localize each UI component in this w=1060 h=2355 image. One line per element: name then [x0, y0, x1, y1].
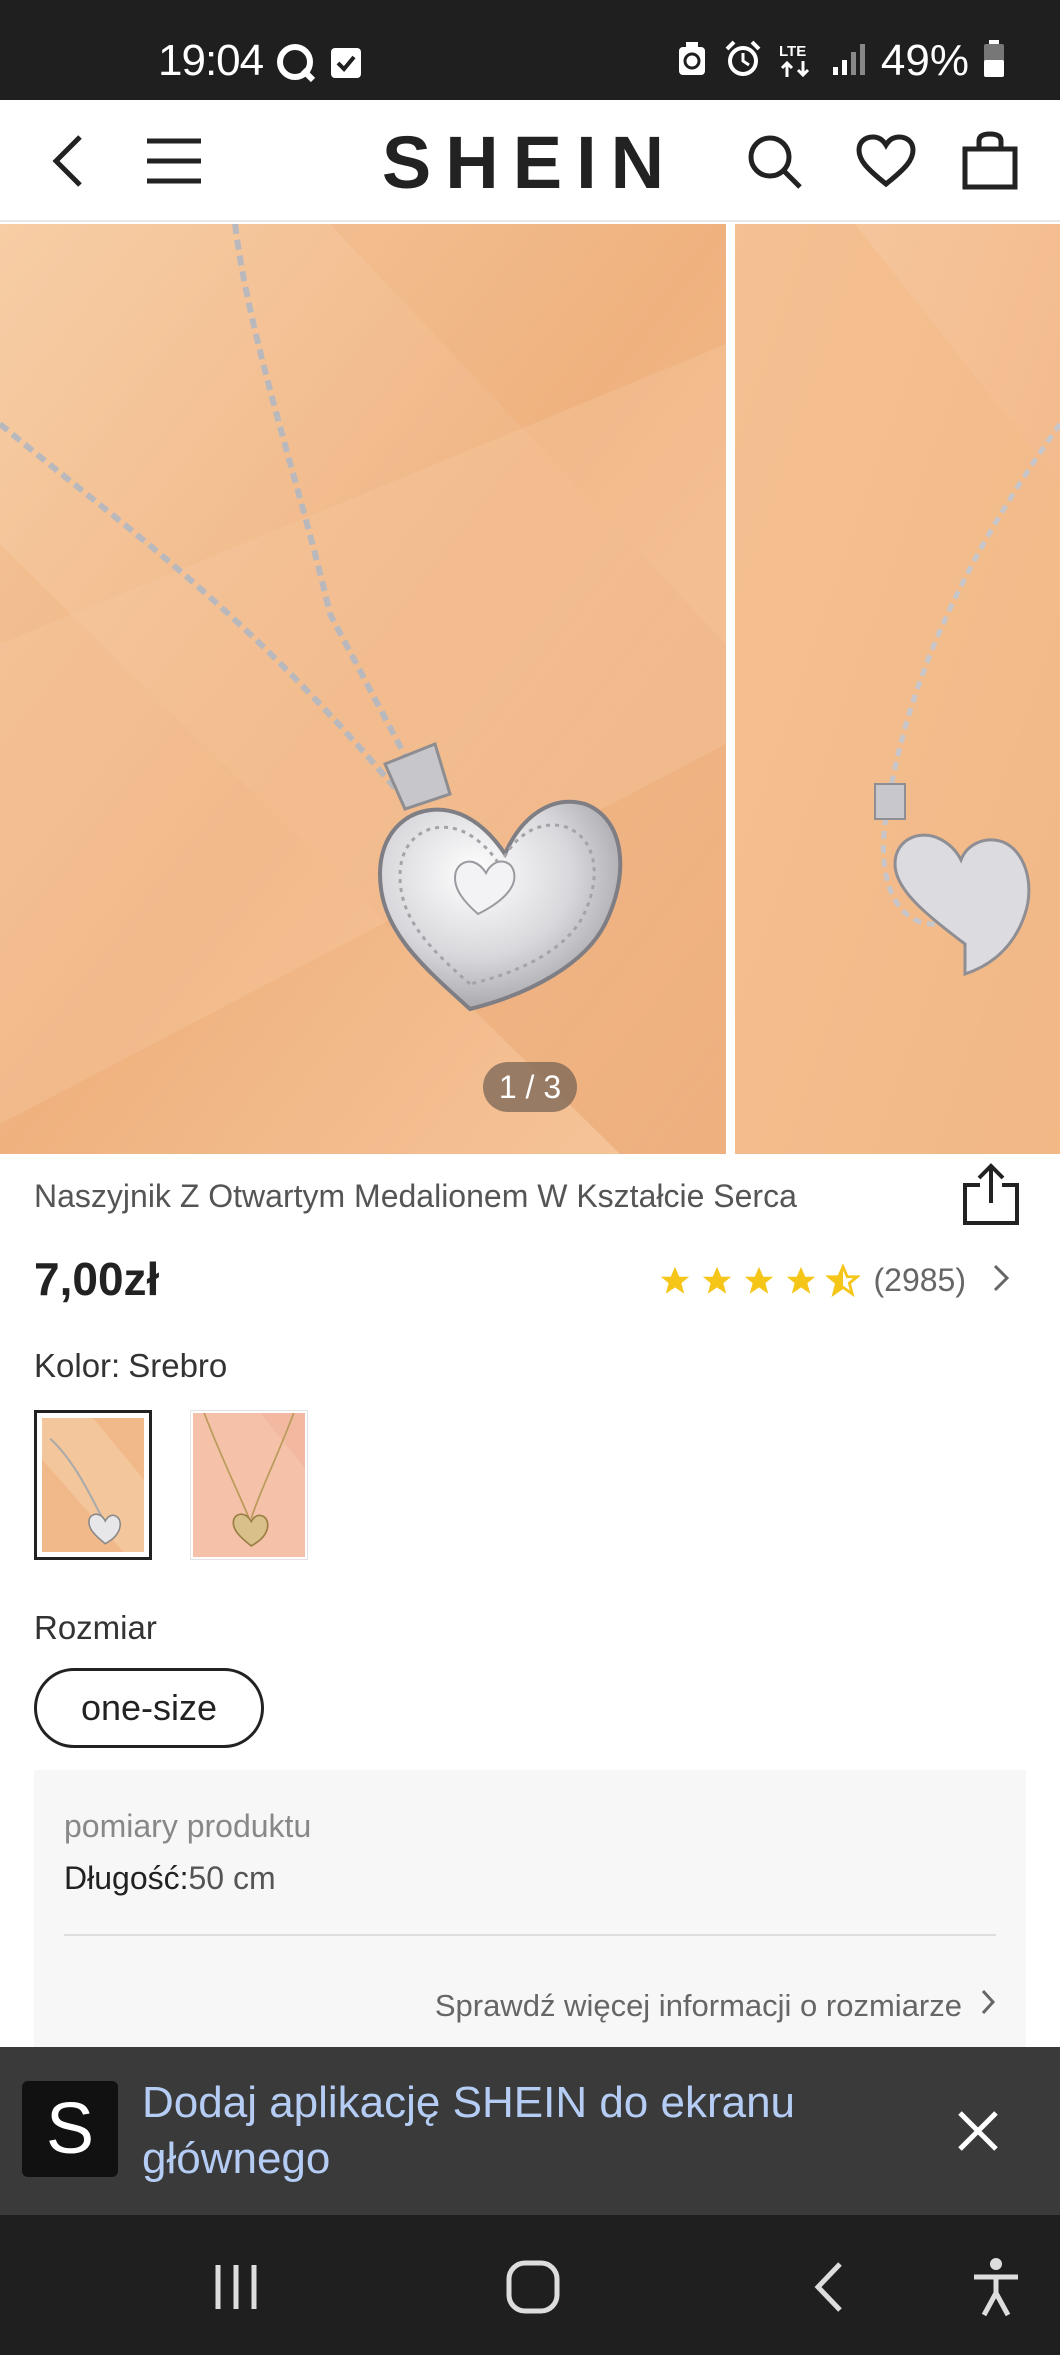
shopping-bag-icon[interactable]	[954, 125, 1026, 197]
product-title: Naszyjnik Z Otwartym Medalionem W Kształ…	[34, 1178, 797, 1214]
back-arrow-icon[interactable]	[32, 125, 104, 197]
data-saver-icon	[675, 41, 709, 82]
half-star-icon	[825, 1263, 860, 1297]
product-price: 7,00zł	[34, 1253, 160, 1305]
app-header: SHEIN	[0, 100, 1060, 222]
length-value: 50 cm	[188, 1860, 276, 1896]
divider	[64, 1934, 996, 1936]
chevron-right-icon	[992, 1263, 1010, 1298]
image-page-indicator: 1 / 3	[483, 1062, 577, 1112]
accessibility-icon[interactable]	[960, 2255, 1032, 2319]
product-image-main[interactable]	[0, 224, 726, 1154]
status-bar: 19:04 LTE 49%	[0, 0, 1060, 100]
star-icon	[702, 1266, 731, 1294]
product-rating[interactable]: (2985)	[658, 1262, 1011, 1299]
brand-logo[interactable]: SHEIN	[382, 121, 678, 204]
close-icon[interactable]	[950, 2103, 1006, 2159]
share-icon[interactable]	[962, 1163, 1020, 1227]
measurements-title: pomiary produktu	[64, 1808, 312, 1844]
length-label: Długość:	[64, 1860, 189, 1896]
q-app-icon	[275, 42, 317, 89]
measurement-length: Długość:50 cm	[64, 1860, 276, 1897]
svg-text:LTE: LTE	[779, 43, 806, 60]
menu-icon[interactable]	[138, 125, 210, 197]
add-to-home-text[interactable]: Dodaj aplikację SHEIN do ekranu głównego	[142, 2075, 862, 2187]
home-icon[interactable]	[497, 2255, 569, 2319]
size-info-link-text: Sprawdź więcej informacji o rozmiarze	[434, 1988, 962, 2023]
lte-icon: LTE	[777, 39, 817, 84]
star-icon	[744, 1266, 773, 1294]
battery-icon	[983, 39, 1005, 83]
shein-app-logo: S	[22, 2081, 118, 2177]
product-image-gallery[interactable]: 1 / 3	[0, 224, 1060, 1154]
color-swatch-silver[interactable]	[34, 1410, 152, 1560]
add-to-home-banner[interactable]: S Dodaj aplikację SHEIN do ekranu główne…	[0, 2047, 1060, 2215]
star-icon	[786, 1266, 815, 1294]
color-label-text: Kolor:	[34, 1347, 121, 1384]
chevron-right-icon	[980, 1988, 996, 2024]
recent-apps-icon[interactable]	[200, 2255, 272, 2319]
back-nav-icon[interactable]	[793, 2255, 865, 2319]
review-count: (2985)	[873, 1262, 967, 1298]
signal-icon	[831, 41, 867, 82]
alarm-icon	[723, 39, 763, 84]
system-nav-bar	[0, 2215, 1060, 2355]
color-swatch-gold[interactable]	[190, 1410, 308, 1560]
product-measurements-panel: pomiary produktu Długość:50 cm Sprawdź w…	[34, 1770, 1026, 2050]
color-value: Srebro	[128, 1347, 228, 1384]
heart-icon[interactable]	[850, 125, 922, 197]
search-icon[interactable]	[738, 125, 810, 197]
rating-stars	[658, 1263, 860, 1298]
star-icon	[660, 1266, 689, 1294]
size-label: Rozmiar	[34, 1609, 157, 1646]
size-option-one-size[interactable]: one-size	[34, 1668, 264, 1748]
status-time: 19:04	[158, 36, 264, 85]
checkbox-notification-icon	[329, 46, 363, 85]
battery-percentage: 49%	[880, 36, 969, 85]
color-label: Kolor: Srebro	[34, 1347, 227, 1385]
size-info-link[interactable]: Sprawdź więcej informacji o rozmiarze	[435, 1988, 996, 2024]
product-image-next[interactable]	[735, 224, 1060, 1154]
